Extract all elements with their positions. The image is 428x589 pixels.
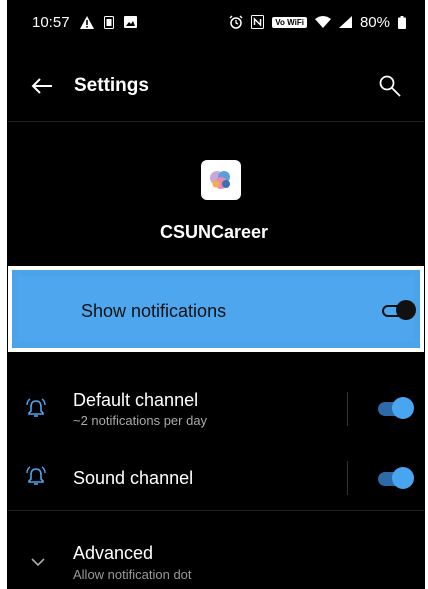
advanced-title[interactable]: Advanced — [73, 543, 153, 564]
arrow-back-icon — [31, 78, 52, 94]
search-button[interactable] — [370, 66, 410, 106]
channel-label: Default channel — [73, 390, 199, 410]
search-icon — [379, 75, 401, 97]
advanced-subtitle: Allow notification dot — [73, 567, 192, 582]
chevron-down-icon[interactable] — [29, 555, 47, 569]
channel-row-default[interactable]: Default channel ~2 notifications per day — [8, 388, 424, 452]
channel-row-sound[interactable]: Sound channel — [8, 460, 424, 524]
show-notifications-label: Show notifications — [81, 301, 227, 321]
alert-icon — [79, 15, 94, 29]
screen: 10:57 Vo WiFi 80% Settings CSUNCareer Sh… — [0, 0, 428, 589]
show-notifications-toggle[interactable] — [380, 299, 416, 321]
page-title: Settings — [74, 75, 149, 96]
row-separator — [347, 461, 348, 495]
channel-toggle-default[interactable] — [378, 397, 414, 419]
bell-icon — [26, 398, 46, 417]
status-right-icons: Vo WiFi 80% — [229, 14, 406, 31]
toggle-thumb — [396, 300, 416, 320]
toggle-thumb — [392, 397, 414, 419]
vowifi-icon: Vo WiFi — [272, 16, 307, 28]
channel-label: Sound channel — [73, 468, 194, 488]
status-bar: 10:57 Vo WiFi 80% — [8, 0, 424, 44]
toggle-thumb — [392, 467, 414, 489]
status-left-icons — [79, 15, 137, 29]
sim-icon — [103, 15, 114, 29]
left-edge — [0, 0, 7, 589]
appbar-divider — [8, 121, 424, 122]
signal-icon — [338, 16, 352, 28]
app-name: CSUNCareer — [159, 222, 269, 242]
image-icon — [123, 16, 137, 28]
wifi-icon — [314, 16, 331, 28]
battery-percent: 80% — [359, 13, 390, 31]
channel-toggle-sound[interactable] — [378, 467, 414, 489]
channel-subtitle: ~2 notifications per day — [73, 413, 208, 428]
section-divider — [8, 510, 424, 511]
battery-icon — [398, 15, 406, 29]
app-bar: Settings — [8, 58, 424, 114]
bell-icon — [26, 466, 46, 485]
alarm-icon — [229, 15, 243, 29]
csuncareer-logo-icon — [210, 171, 230, 189]
status-time: 10:57 — [32, 13, 70, 31]
row-separator — [347, 392, 348, 426]
app-icon — [201, 160, 241, 200]
nfc-icon — [251, 15, 265, 29]
back-button[interactable] — [22, 66, 62, 106]
